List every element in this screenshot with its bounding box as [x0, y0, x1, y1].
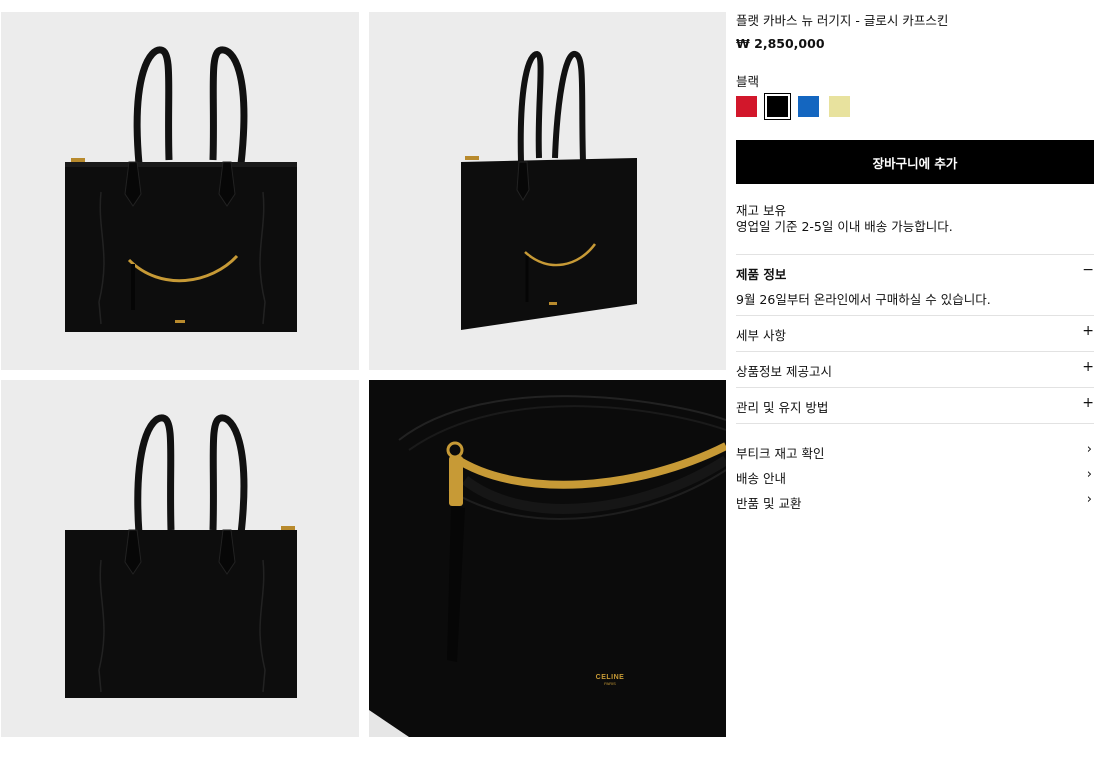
link-label: 부티크 재고 확인 — [736, 446, 825, 461]
swatch-blue[interactable] — [798, 96, 819, 117]
accordion-label: 제품 정보 — [736, 267, 787, 282]
product-gallery: CELINE PARIS — [0, 0, 730, 776]
accordion-label: 상품정보 제공고시 — [736, 364, 832, 379]
product-image-front[interactable] — [1, 12, 359, 370]
stock-info: 재고 보유 영업일 기준 2-5일 이내 배송 가능합니다. — [736, 203, 953, 235]
product-image-back[interactable] — [1, 380, 359, 737]
swatch-red[interactable] — [736, 96, 757, 117]
accordion-product-info[interactable]: 제품 정보 − — [736, 262, 1094, 282]
product-info-body: 9월 26일부터 온라인에서 구매하실 수 있습니다. — [736, 292, 991, 307]
swatch-yellow[interactable] — [829, 96, 850, 117]
divider — [736, 254, 1094, 255]
minus-icon: − — [1082, 262, 1094, 278]
link-label: 반품 및 교환 — [736, 496, 802, 511]
selected-color-name: 블랙 — [736, 74, 760, 89]
product-image-detail[interactable]: CELINE PARIS — [369, 380, 726, 737]
brand-logo-subtext: PARIS — [604, 681, 616, 686]
product-title: 플랫 카바스 뉴 러기지 - 글로시 카프스킨 — [736, 13, 949, 28]
divider — [736, 423, 1094, 424]
accordion-care[interactable]: 관리 및 유지 방법 + — [736, 395, 1094, 415]
chevron-right-icon: › — [1086, 492, 1092, 507]
accordion-label: 관리 및 유지 방법 — [736, 400, 829, 415]
brand-logo: CELINE PARIS — [595, 674, 625, 686]
link-boutique-stock[interactable]: 부티크 재고 확인 › — [736, 442, 1094, 461]
chevron-right-icon: › — [1086, 467, 1092, 482]
plus-icon: + — [1082, 323, 1094, 339]
accordion-details[interactable]: 세부 사항 + — [736, 323, 1094, 343]
delivery-estimate: 영업일 기준 2-5일 이내 배송 가능합니다. — [736, 219, 953, 234]
link-delivery[interactable]: 배송 안내 › — [736, 467, 1094, 486]
divider — [736, 351, 1094, 352]
accordion-label: 세부 사항 — [736, 328, 786, 343]
bag-detail-illustration — [369, 395, 726, 737]
swatch-black[interactable] — [764, 93, 791, 120]
stock-status: 재고 보유 — [736, 203, 786, 218]
accordion-product-notice[interactable]: 상품정보 제공고시 + — [736, 359, 1094, 379]
product-image-side[interactable] — [369, 12, 726, 370]
bag-front-illustration — [65, 46, 297, 332]
add-to-cart-button[interactable]: 장바구니에 추가 — [736, 140, 1094, 184]
product-price: ₩ 2,850,000 — [736, 36, 825, 51]
plus-icon: + — [1082, 395, 1094, 411]
divider — [736, 315, 1094, 316]
link-returns[interactable]: 반품 및 교환 › — [736, 492, 1094, 511]
link-label: 배송 안내 — [736, 471, 786, 486]
bag-back-illustration — [65, 414, 297, 698]
chevron-right-icon: › — [1086, 442, 1092, 457]
divider — [736, 387, 1094, 388]
plus-icon: + — [1082, 359, 1094, 375]
brand-logo-text: CELINE — [595, 674, 625, 681]
bag-side-illustration — [461, 50, 637, 330]
